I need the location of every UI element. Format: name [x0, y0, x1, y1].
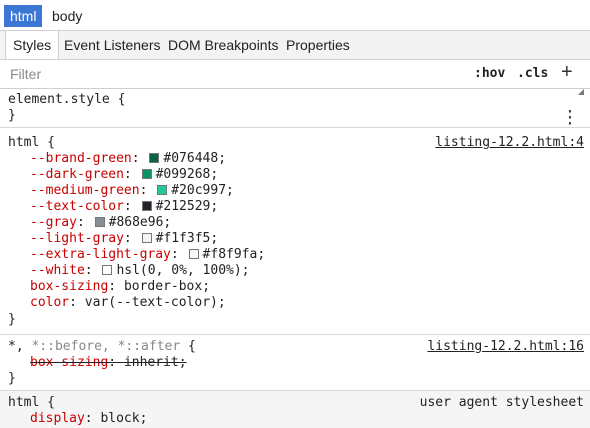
declaration-display: display: block; [30, 411, 148, 426]
selector-pseudo: *::before, *::after [31, 339, 181, 354]
universal-rule-close: } [8, 371, 16, 386]
declaration-text-color[interactable]: --text-color: #212529; [30, 199, 218, 215]
universal-rule: *, *::before, *::after { listing-12.2.ht… [0, 335, 590, 391]
declaration-light-gray[interactable]: --light-gray: #f1f3f5; [30, 231, 218, 247]
filter-toolbar: Filter :hov .cls + [0, 60, 590, 95]
html-rule-selector[interactable]: html { [8, 135, 55, 151]
declaration-color[interactable]: color: var(--text-color); [30, 295, 226, 311]
color-swatch-icon[interactable] [94, 217, 105, 227]
element-style-rule: element.style { } · · · [0, 89, 590, 132]
filter-input[interactable]: Filter [10, 66, 41, 82]
prop-name: color [30, 295, 70, 310]
declaration-box-sizing[interactable]: box-sizing: border-box; [30, 279, 210, 295]
prop-name: --gray [30, 215, 77, 230]
declaration-extra-light-gray[interactable]: --extra-light-gray: #f8f9fa; [30, 247, 265, 263]
color-swatch-icon[interactable] [141, 201, 152, 211]
color-swatch-icon[interactable] [141, 233, 152, 243]
breadcrumb-body[interactable]: body [46, 5, 88, 27]
more-options-icon[interactable]: · · · [565, 104, 575, 132]
universal-rule-source-link[interactable]: listing-12.2.html:16 [427, 339, 584, 355]
html-rule-close: } [8, 312, 16, 327]
ua-rule-source: user agent stylesheet [419, 395, 584, 410]
prop-value: #f1f3f5; [155, 231, 219, 246]
prop-name: --dark-green [30, 167, 124, 182]
declaration-dark-green[interactable]: --dark-green: #099268; [30, 167, 218, 183]
declaration-medium-green[interactable]: --medium-green: #20c997; [30, 183, 234, 199]
color-swatch-icon[interactable] [188, 249, 199, 259]
color-swatch-icon[interactable] [141, 169, 152, 179]
prop-name: box-sizing [30, 279, 109, 294]
hover-state-toggle[interactable]: :hov [474, 66, 505, 81]
declaration-white[interactable]: --white: hsl(0, 0%, 100%); [30, 263, 250, 279]
prop-value: #212529; [155, 199, 219, 214]
prop-value: inherit; [123, 355, 187, 370]
tab-dom-breakpoints[interactable]: DOM Breakpoints [168, 31, 278, 59]
prop-name: --light-gray [30, 231, 124, 246]
prop-name: --brand-green [30, 151, 132, 166]
html-rule-source-link[interactable]: listing-12.2.html:4 [435, 135, 584, 151]
prop-name: box-sizing [30, 355, 109, 370]
breadcrumb: html body [0, 0, 590, 31]
color-swatch-icon[interactable] [157, 185, 168, 195]
element-style-selector: element.style { [8, 92, 126, 107]
prop-name: --extra-light-gray [30, 247, 171, 262]
tab-properties[interactable]: Properties [286, 31, 350, 59]
tab-event-listeners[interactable]: Event Listeners [64, 31, 161, 59]
prop-value: #076448; [163, 151, 227, 166]
breadcrumb-html[interactable]: html [4, 5, 43, 27]
tab-styles[interactable]: Styles [5, 31, 60, 59]
universal-rule-selector[interactable]: *, *::before, *::after { [8, 339, 196, 355]
tab-bar: Styles Event Listeners DOM Breakpoints P… [0, 31, 590, 60]
class-toggle[interactable]: .cls [517, 66, 548, 81]
selector-main: *, [8, 339, 24, 354]
color-swatch-icon[interactable] [102, 265, 113, 275]
prop-value: #868e96; [108, 215, 172, 230]
prop-name: display [30, 411, 85, 426]
prop-name: --white [30, 263, 85, 278]
prop-value: border-box; [123, 279, 211, 294]
declaration-box-sizing-overridden[interactable]: box-sizing: inherit; [30, 355, 187, 371]
prop-value: hsl(0, 0%, 100%); [116, 263, 250, 278]
prop-value: var(--text-color); [84, 295, 226, 310]
prop-value: #099268; [155, 167, 219, 182]
prop-name: --medium-green [30, 183, 140, 198]
declaration-brand-green[interactable]: --brand-green: #076448; [30, 151, 226, 167]
ua-rule-selector: html { [8, 395, 55, 410]
add-rule-icon[interactable]: + [561, 61, 573, 84]
prop-value: #f8f9fa; [202, 247, 266, 262]
selector-brace: { [188, 339, 196, 354]
element-style-close: } [8, 108, 16, 123]
prop-value: block; [100, 411, 148, 426]
prop-value: #20c997; [171, 183, 234, 198]
declaration-gray[interactable]: --gray: #868e96; [30, 215, 171, 231]
html-rule: html { listing-12.2.html:4 --brand-green… [0, 128, 590, 335]
user-agent-rule: html { user agent stylesheet display: bl… [0, 391, 590, 428]
prop-name: --text-color [30, 199, 124, 214]
color-swatch-icon[interactable] [149, 153, 160, 163]
